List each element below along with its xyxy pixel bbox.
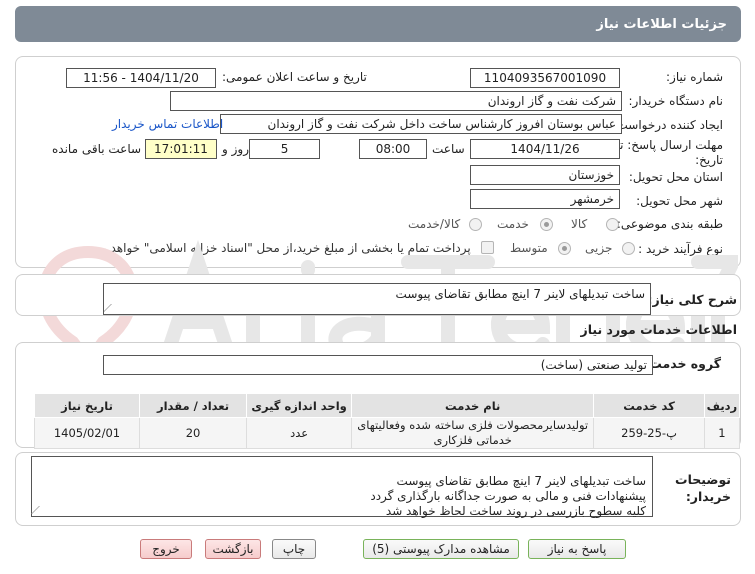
remaining-time-field: 17:01:11	[145, 139, 217, 159]
resize-grip-icon	[31, 506, 47, 514]
deadline-time-label: ساعت	[432, 142, 465, 156]
cell-name: تولیدسایرمحصولات فلزی ساخته شده وفعالیته…	[351, 417, 595, 449]
cell-unit: عدد	[246, 417, 353, 449]
reply-button[interactable]: پاسخ به نیاز	[528, 539, 626, 559]
print-button[interactable]: چاپ	[272, 539, 316, 559]
services-section-title: اطلاعات خدمات مورد نیاز	[580, 322, 738, 337]
col-name: نام خدمت	[351, 393, 595, 418]
summary-text: ساخت تبدیلهای لاینر 7 اینچ مطابق تقاضای …	[395, 287, 645, 301]
summary-label: شرح کلی نیاز:	[647, 292, 737, 307]
category-radio-goods-service[interactable]	[469, 218, 482, 231]
province-field: خوزستان	[470, 165, 620, 185]
purchase-option-minor: جزیی	[585, 241, 613, 255]
service-group-field: تولید صنعتی (ساخت)	[103, 355, 653, 375]
col-code: کد خدمت	[593, 393, 705, 418]
category-option-goods: کالا	[571, 217, 588, 231]
category-option-goods-service: کالا/خدمت	[408, 217, 461, 231]
page-title: جزئیات اطلاعات نیاز	[596, 16, 727, 32]
deadline-label: مهلت ارسال پاسخ: تا	[616, 138, 723, 152]
province-label: استان محل تحویل:	[628, 170, 723, 184]
table-row: 1 پ-25-259 تولیدسایرمحصولات فلزی ساخته ش…	[34, 417, 741, 449]
deadline-date-field: 1404/11/26	[470, 139, 620, 159]
resize-grip-icon	[104, 304, 119, 312]
purchase-option-medium: متوسط	[510, 241, 548, 255]
service-group-label: گروه خدمت:	[644, 356, 721, 371]
treasury-checkbox[interactable]	[481, 241, 494, 254]
category-option-service: خدمت	[497, 217, 529, 231]
remaining-label: ساعت باقی مانده	[52, 142, 142, 156]
days-label: روز و	[222, 142, 249, 156]
creator-field: عباس بوستان افروز کارشناس ساخت داخل شرکت…	[220, 114, 622, 134]
cell-qty: 20	[138, 417, 248, 449]
need-number-field: 1104093567001090	[470, 68, 620, 88]
city-label: شهر محل تحویل:	[636, 194, 723, 208]
creator-label: ایجاد کننده درخواست:	[612, 118, 723, 132]
purchase-radio-medium[interactable]	[558, 242, 571, 255]
back-button[interactable]: بازگشت	[205, 539, 261, 559]
services-table: ردیف کد خدمت نام خدمت واحد اندازه گیری ت…	[34, 393, 741, 449]
cell-row: 1	[703, 417, 741, 449]
summary-field: ساخت تبدیلهای لاینر 7 اینچ مطابق تقاضای …	[103, 283, 651, 315]
payment-note: پرداخت تمام یا بخشی از مبلغ خرید،از محل …	[88, 241, 471, 255]
buyer-org-label: نام دستگاه خریدار:	[628, 94, 724, 108]
buyer-notes-text: ساخت تبدیلهای لاینر 7 اینچ مطابق تقاضای …	[370, 474, 646, 518]
buyer-contact-link[interactable]: اطلاعات تماس خریدار	[112, 117, 223, 131]
services-grid: ردیف کد خدمت نام خدمت واحد اندازه گیری ت…	[34, 393, 741, 449]
category-radio-goods[interactable]	[606, 218, 619, 231]
deadline-label-2: تاریخ:	[695, 153, 723, 167]
table-header-row: ردیف کد خدمت نام خدمت واحد اندازه گیری ت…	[34, 393, 741, 418]
view-attachments-button[interactable]: مشاهده مدارک پیوستی (5)	[363, 539, 519, 559]
cell-code: پ-25-259	[593, 417, 705, 449]
buyer-notes-label: توضیحات	[675, 472, 731, 487]
category-radio-service[interactable]	[540, 218, 553, 231]
announce-field: 1404/11/20 - 11:56	[66, 68, 216, 88]
purchase-radio-minor[interactable]	[622, 242, 635, 255]
col-date: تاریخ نیاز	[34, 393, 140, 418]
city-field: خرمشهر	[470, 189, 620, 209]
cell-date: 1405/02/01	[34, 417, 140, 449]
page-header: جزئیات اطلاعات نیاز	[15, 6, 741, 42]
purchase-type-label: نوع فرآیند خرید :	[638, 242, 723, 256]
deadline-time-field: 08:00	[359, 139, 427, 159]
col-unit: واحد اندازه گیری	[246, 393, 353, 418]
need-number-label: شماره نیاز:	[666, 70, 723, 84]
days-field: 5	[249, 139, 320, 159]
buyer-notes-label-2: خریدار:	[685, 489, 731, 504]
buyer-org-field: شرکت نفت و گاز اروندان	[170, 91, 622, 111]
exit-button[interactable]: خروج	[140, 539, 192, 559]
announce-label: تاریخ و ساعت اعلان عمومی:	[222, 70, 367, 84]
category-label: طبقه بندی موضوعی:	[616, 217, 723, 231]
col-qty: تعداد / مقدار	[138, 393, 248, 418]
col-row: ردیف	[703, 393, 741, 418]
buyer-notes-field: ساخت تبدیلهای لاینر 7 اینچ مطابق تقاضای …	[31, 456, 653, 518]
